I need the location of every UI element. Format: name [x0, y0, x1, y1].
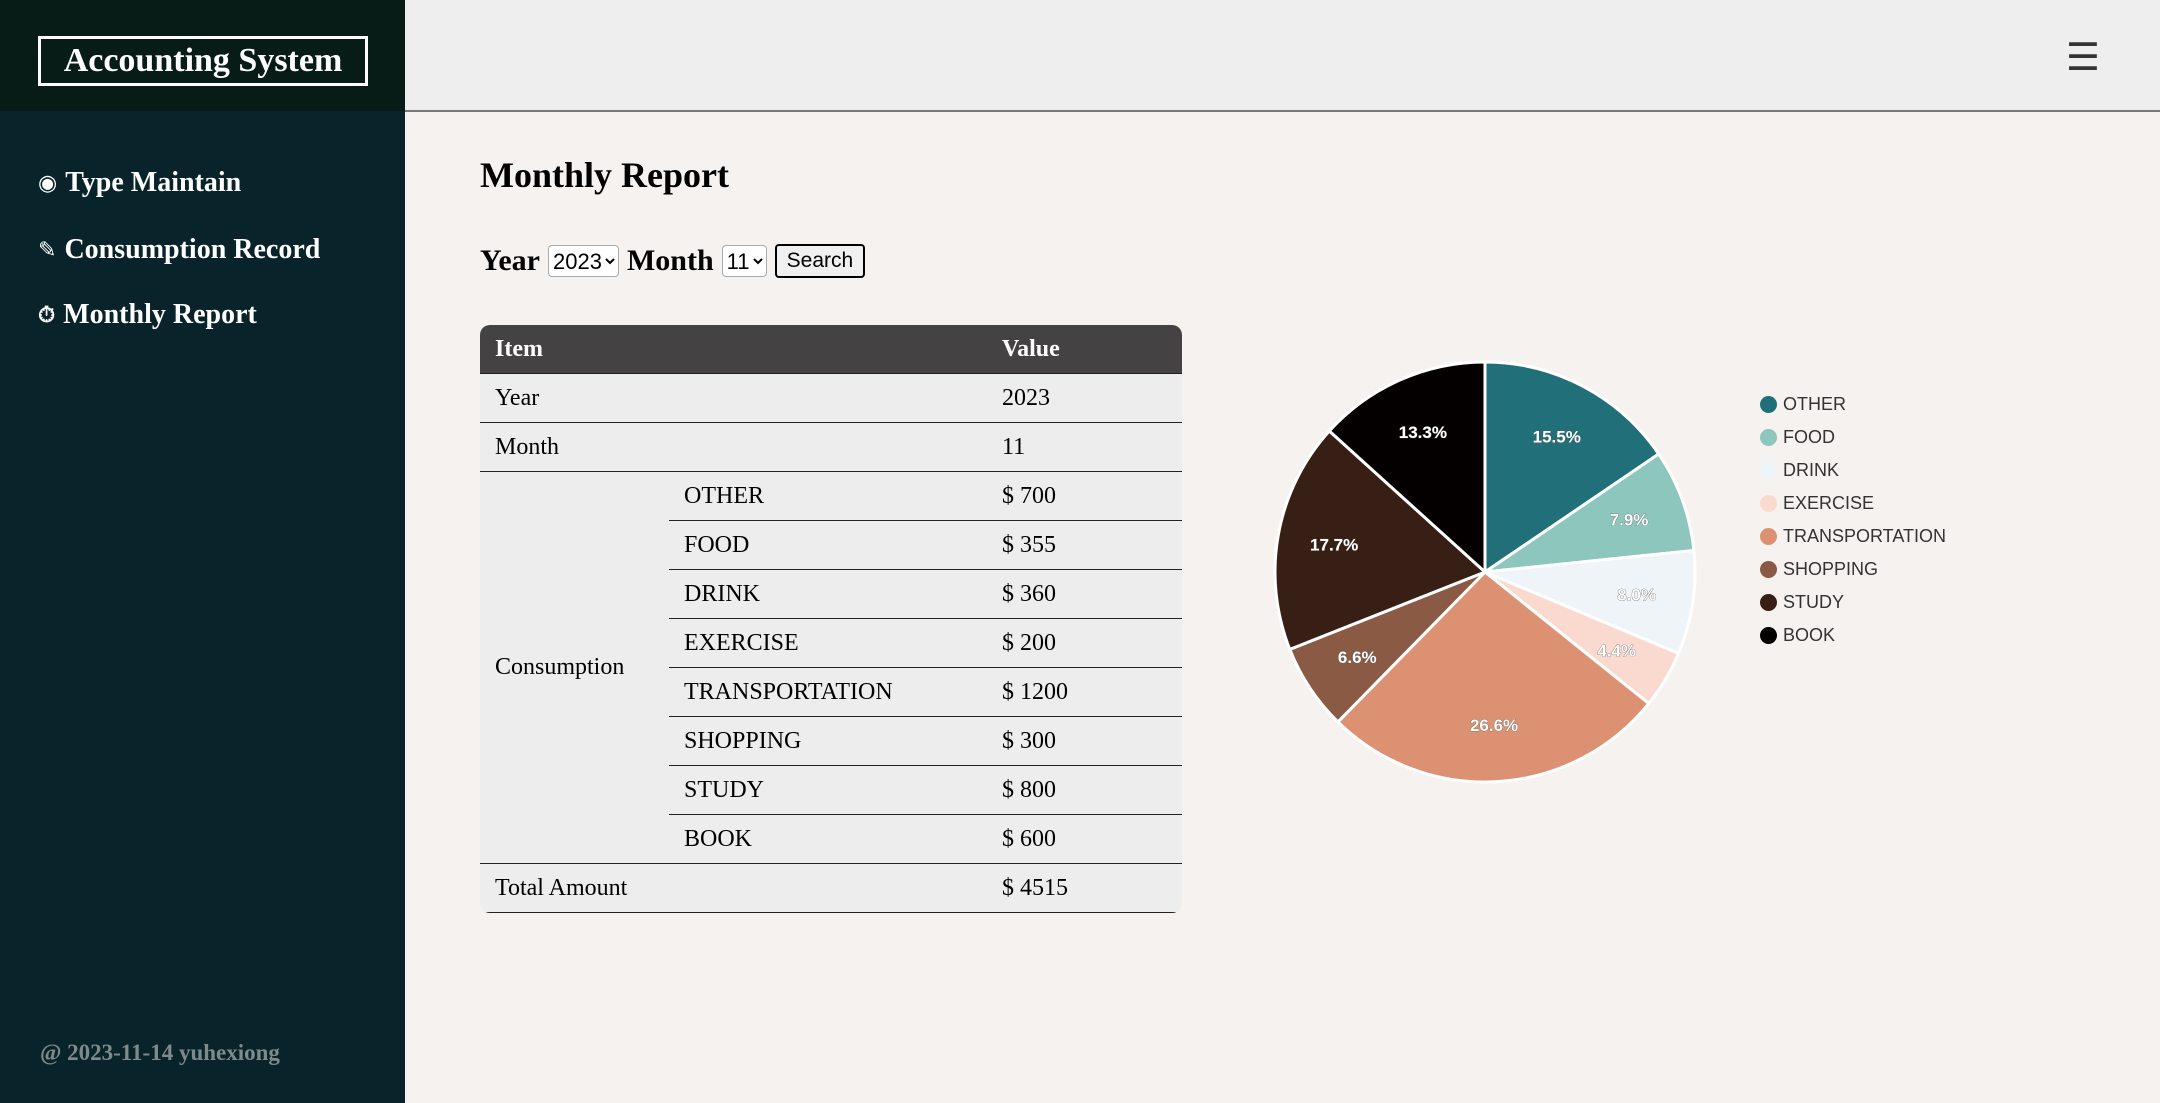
- radio-icon: ◉: [38, 170, 58, 196]
- table-header-row: Item Value: [480, 325, 1182, 373]
- stopwatch-icon: ⏱: [38, 302, 56, 328]
- row-value: $ 300: [987, 716, 1182, 765]
- search-button[interactable]: Search: [774, 244, 866, 278]
- sidebar-item-type-maintain[interactable]: ◉ Type Maintain: [38, 167, 241, 199]
- legend-item-other[interactable]: OTHER: [1760, 388, 1946, 421]
- row-label: Year: [480, 373, 987, 422]
- filter-bar: Year 2023 Month 11 Search: [480, 244, 866, 278]
- pie-label-book: 13.3%: [1399, 423, 1447, 442]
- sidebar-item-label: Type Maintain: [65, 167, 242, 198]
- row-value: $ 700: [987, 471, 1182, 520]
- row-value: $ 600: [987, 814, 1182, 863]
- legend-label: EXERCISE: [1783, 493, 1875, 513]
- year-select[interactable]: 2023: [547, 245, 619, 277]
- report-table: Item Value Year 2023 Month 11 Consumptio…: [480, 325, 1182, 913]
- year-label: Year: [480, 244, 540, 277]
- table-row: Month 11: [480, 422, 1182, 471]
- sidebar: Accounting System ◉ Type Maintain ✎ Cons…: [0, 0, 405, 1103]
- row-label: Month: [480, 422, 987, 471]
- header-item: Item: [480, 325, 987, 373]
- pie-label-study: 17.7%: [1310, 536, 1358, 555]
- legend-label: FOOD: [1783, 427, 1835, 447]
- sidebar-item-monthly-report[interactable]: ⏱ Monthly Report: [38, 299, 257, 331]
- legend-label: OTHER: [1783, 394, 1846, 414]
- row-type: STUDY: [669, 765, 987, 814]
- legend-swatch: [1760, 528, 1777, 545]
- pie-chart: 15.5% 7.9% 8.0% 4.4% 26.6% 6.6% 17.7% 13.3%: [1273, 360, 1697, 784]
- row-type: FOOD: [669, 520, 987, 569]
- row-value: 11: [987, 422, 1182, 471]
- chart-legend: OTHER FOOD DRINK EXERCISE TRANSPORTATION SHOP…: [1760, 388, 1946, 652]
- row-type: OTHER: [669, 471, 987, 520]
- legend-label: DRINK: [1783, 460, 1840, 480]
- sidebar-item-label: Monthly Report: [63, 299, 257, 330]
- legend-item-exercise[interactable]: EXERCISE: [1760, 487, 1946, 520]
- legend-swatch: [1760, 396, 1777, 413]
- legend-swatch: [1760, 462, 1777, 479]
- legend-label: SHOPPING: [1783, 559, 1879, 579]
- legend-swatch: [1760, 627, 1777, 644]
- legend-item-food[interactable]: FOOD: [1760, 421, 1946, 454]
- month-select[interactable]: 11: [721, 245, 767, 277]
- pie-label-transportation: 26.6%: [1470, 716, 1518, 735]
- legend-label: BOOK: [1783, 625, 1836, 645]
- row-type: TRANSPORTATION: [669, 667, 987, 716]
- pencil-icon: ✎: [38, 237, 57, 263]
- row-value: $ 1200: [987, 667, 1182, 716]
- legend-item-book[interactable]: BOOK: [1760, 619, 1946, 652]
- legend-swatch: [1760, 429, 1777, 446]
- legend-swatch: [1760, 594, 1777, 611]
- row-type: SHOPPING: [669, 716, 987, 765]
- page-title: Monthly Report: [480, 155, 729, 195]
- legend-item-study[interactable]: STUDY: [1760, 586, 1946, 619]
- legend-item-shopping[interactable]: SHOPPING: [1760, 553, 1946, 586]
- table-row-total: Total Amount $ 4515: [480, 863, 1182, 913]
- row-type: BOOK: [669, 814, 987, 863]
- pie-label-food: 7.9%: [1610, 510, 1649, 529]
- total-label: Total Amount: [480, 863, 987, 913]
- legend-label: TRANSPORTATION: [1783, 526, 1947, 546]
- legend-item-drink[interactable]: DRINK: [1760, 454, 1946, 487]
- legend-item-transportation[interactable]: TRANSPORTATION: [1760, 520, 1946, 553]
- header-value: Value: [987, 325, 1182, 373]
- row-type: DRINK: [669, 569, 987, 618]
- brand-header: Accounting System: [0, 0, 405, 111]
- row-value: $ 355: [987, 520, 1182, 569]
- row-value: $ 200: [987, 618, 1182, 667]
- legend-swatch: [1760, 561, 1777, 578]
- total-value: $ 4515: [987, 863, 1182, 913]
- month-label: Month: [626, 244, 714, 277]
- sidebar-item-consumption-record[interactable]: ✎ Consumption Record: [38, 234, 320, 266]
- row-type: EXERCISE: [669, 618, 987, 667]
- row-value: $ 800: [987, 765, 1182, 814]
- row-value: 2023: [987, 373, 1182, 422]
- app-title[interactable]: Accounting System: [38, 36, 368, 86]
- pie-label-shopping: 6.6%: [1338, 648, 1377, 667]
- table-row: Year 2023: [480, 373, 1182, 422]
- row-value: $ 360: [987, 569, 1182, 618]
- consumption-label: Consumption: [480, 471, 669, 863]
- pie-label-other: 15.5%: [1533, 428, 1581, 447]
- hamburger-menu-icon[interactable]: ☰: [2066, 38, 2100, 76]
- legend-swatch: [1760, 495, 1777, 512]
- sidebar-item-label: Consumption Record: [64, 234, 321, 265]
- pie-label-drink: 8.0%: [1617, 586, 1656, 605]
- legend-label: STUDY: [1783, 592, 1845, 612]
- pie-label-exercise: 4.4%: [1597, 641, 1636, 660]
- sidebar-footer: @ 2023-11-14 yuhexiong: [40, 1040, 280, 1065]
- table-row: Consumption OTHER $ 700: [480, 471, 1182, 680]
- top-bar: ☰: [405, 0, 2160, 112]
